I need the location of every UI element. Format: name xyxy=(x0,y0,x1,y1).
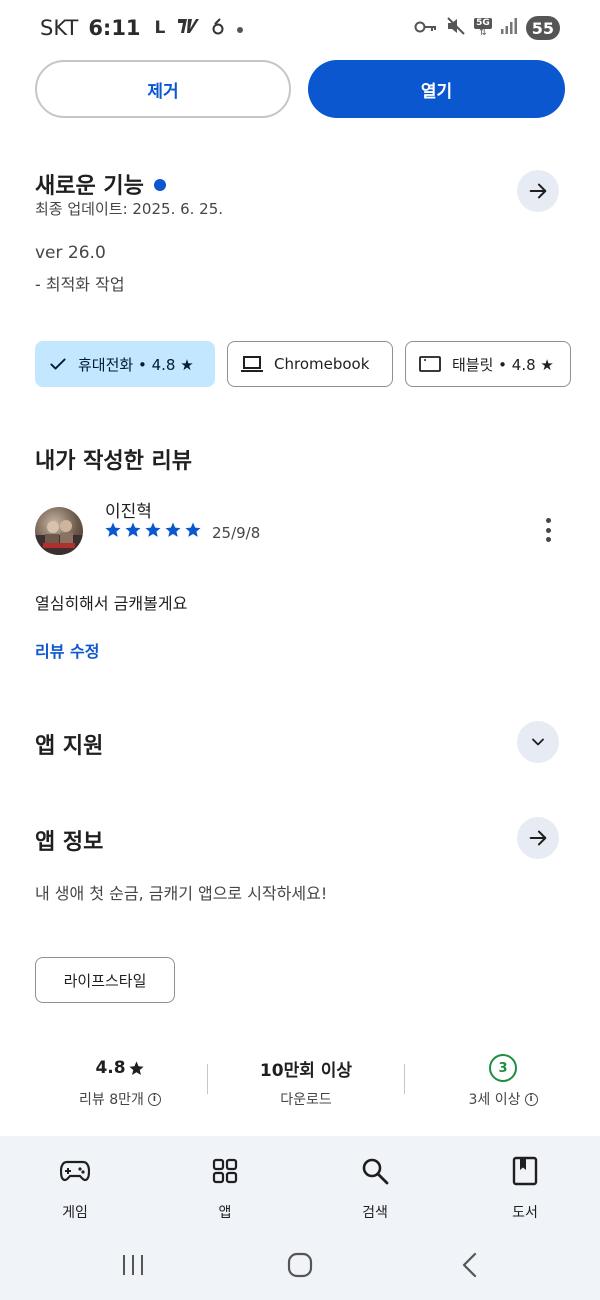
whats-new-section[interactable]: 새로운 기능 xyxy=(35,168,166,200)
chip-tablet-label: 태블릿 • 4.8 ★ xyxy=(452,355,554,374)
apps-grid-icon xyxy=(175,1154,275,1188)
downloads-label: 다운로드 xyxy=(280,1092,332,1108)
star-icon xyxy=(145,522,161,537)
stat-downloads: 10만회 이상 다운로드 xyxy=(220,1055,392,1109)
check-icon xyxy=(50,358,66,370)
info-icon[interactable]: i xyxy=(524,1092,538,1106)
category-chip[interactable]: 라이프스타일 xyxy=(35,957,175,1003)
arrow-right-icon xyxy=(529,830,547,846)
recent-apps-icon xyxy=(123,1255,143,1275)
carrier-label: SKT xyxy=(40,16,79,40)
recent-apps-button[interactable] xyxy=(118,1250,148,1280)
chip-phone[interactable]: 휴대전화 • 4.8 ★ xyxy=(35,341,215,387)
star-icon xyxy=(125,522,141,537)
review-date: 25/9/8 xyxy=(212,524,261,542)
remove-button[interactable]: 제거 xyxy=(35,60,291,118)
back-button[interactable] xyxy=(455,1250,485,1280)
bottom-navigation: 게임 앱 검색 도서 xyxy=(0,1136,600,1236)
battery-indicator: 55 xyxy=(525,16,560,40)
nav-apps-label: 앱 xyxy=(218,1205,232,1221)
arrow-right-icon xyxy=(529,183,547,199)
rating-value: 4.8 xyxy=(95,1058,126,1078)
status-bar: SKT 6:11 L 5G ⇅ 55 xyxy=(0,0,600,58)
home-button[interactable] xyxy=(285,1250,315,1280)
app-support-expand-button[interactable] xyxy=(517,721,559,763)
star-icon xyxy=(185,522,201,537)
star-icon xyxy=(128,1060,144,1075)
book-icon xyxy=(475,1154,575,1188)
nav-search-label: 검색 xyxy=(362,1205,388,1221)
status-bar-left: SKT 6:11 L xyxy=(40,16,244,40)
chip-chromebook-label: Chromebook xyxy=(274,355,370,373)
chip-chromebook[interactable]: Chromebook xyxy=(227,341,393,387)
nav-apps[interactable]: 앱 xyxy=(175,1154,275,1222)
status-bar-right: 5G ⇅ 55 xyxy=(414,16,560,40)
app-support-title[interactable]: 앱 지원 xyxy=(35,728,103,760)
home-icon xyxy=(287,1252,313,1278)
nav-games[interactable]: 게임 xyxy=(25,1154,125,1222)
nav-books[interactable]: 도서 xyxy=(475,1154,575,1222)
network-5g-icon: 5G ⇅ xyxy=(474,18,492,38)
nav-search[interactable]: 검색 xyxy=(325,1154,425,1222)
review-star-rating xyxy=(104,521,202,539)
lock-notification-icon xyxy=(211,17,225,40)
notification-icons: L xyxy=(155,17,244,40)
last-updated: 최종 업데이트: 2025. 6. 25. xyxy=(35,200,224,218)
nav-games-label: 게임 xyxy=(62,1205,88,1221)
version-note: - 최적화 작업 xyxy=(35,275,125,294)
version-text: ver 26.0 xyxy=(35,243,106,263)
my-review-title: 내가 작성한 리뷰 xyxy=(35,449,192,474)
open-button[interactable]: 열기 xyxy=(308,60,565,118)
star-icon xyxy=(105,522,121,537)
more-notifications-dot-icon xyxy=(237,18,244,38)
new-indicator-dot xyxy=(153,179,166,191)
chevron-down-icon xyxy=(532,738,544,746)
whats-new-title: 새로운 기능 xyxy=(35,174,144,199)
key-icon xyxy=(414,19,438,38)
stat-divider xyxy=(207,1064,208,1094)
app-info-title[interactable]: 앱 정보 xyxy=(35,824,103,856)
clock: 6:11 xyxy=(88,16,141,40)
signal-icon xyxy=(500,18,518,38)
chip-phone-label: 휴대전화 • 4.8 ★ xyxy=(78,355,194,374)
laptop-icon xyxy=(241,356,263,372)
avatar xyxy=(35,507,83,555)
reviewer-name: 이진혁 xyxy=(105,502,152,522)
stat-rating: 4.8 리뷰 8만개 i xyxy=(35,1055,205,1109)
age-rating-badge: 3 xyxy=(489,1054,517,1082)
search-icon xyxy=(325,1154,425,1188)
star-icon xyxy=(165,522,181,537)
chip-tablet[interactable]: 태블릿 • 4.8 ★ xyxy=(405,341,571,387)
review-text: 열심히해서 금캐볼게요 xyxy=(35,594,188,613)
age-rating-label: 3세 이상 xyxy=(468,1092,521,1108)
nav-books-label: 도서 xyxy=(512,1205,538,1221)
review-more-options-button[interactable] xyxy=(538,515,558,545)
tablet-icon xyxy=(419,356,441,372)
kebab-dot xyxy=(545,537,551,542)
system-navigation-bar xyxy=(0,1236,600,1300)
stat-divider xyxy=(404,1064,405,1094)
app-description: 내 생애 첫 순금, 금캐기 앱으로 시작하세요! xyxy=(35,884,328,903)
tv-notification-icon xyxy=(177,17,200,40)
downloads-value: 10만회 이상 xyxy=(259,1060,353,1081)
stat-age-rating: 3 3세 이상 i xyxy=(418,1054,588,1109)
kebab-dot xyxy=(545,527,551,533)
rating-label: 리뷰 8만개 xyxy=(79,1092,144,1108)
edit-review-link[interactable]: 리뷰 수정 xyxy=(35,638,99,662)
l-notification-icon: L xyxy=(154,18,166,38)
mute-icon xyxy=(446,17,466,39)
whats-new-arrow-button[interactable] xyxy=(517,170,559,212)
app-info-arrow-button[interactable] xyxy=(517,817,559,859)
gamepad-icon xyxy=(25,1154,125,1188)
kebab-dot xyxy=(545,518,551,523)
info-icon[interactable]: i xyxy=(147,1092,161,1106)
back-icon xyxy=(462,1252,477,1278)
